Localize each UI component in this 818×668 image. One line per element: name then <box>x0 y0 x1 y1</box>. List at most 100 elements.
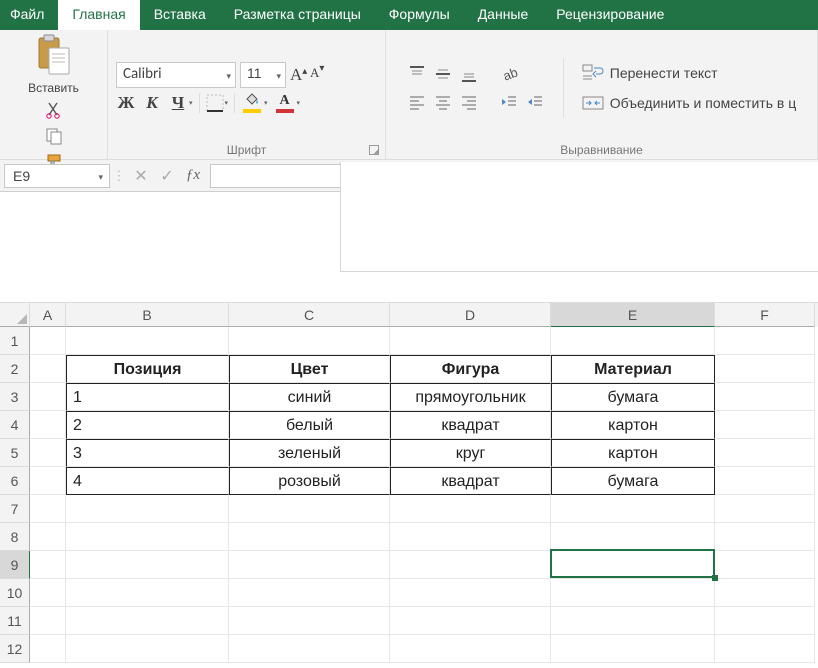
cell-C1[interactable] <box>229 327 390 355</box>
shrink-font-button[interactable]: A▾ <box>310 65 328 85</box>
name-box[interactable]: E9▾ <box>4 164 110 188</box>
cell-A3[interactable] <box>30 383 66 411</box>
cell-B10[interactable] <box>66 579 229 607</box>
chevron-down-icon[interactable]: ▾ <box>189 99 193 107</box>
italic-button[interactable]: К <box>142 93 162 113</box>
row-header[interactable]: 9 <box>0 551 30 579</box>
merge-center-button[interactable]: Объединить и поместить в ц <box>582 93 796 113</box>
cell-B1[interactable] <box>66 327 229 355</box>
bold-button[interactable]: Ж <box>116 93 136 113</box>
cell-A8[interactable] <box>30 523 66 551</box>
cell-B11[interactable] <box>66 607 229 635</box>
align-middle-button[interactable] <box>433 64 453 84</box>
row-header[interactable]: 11 <box>0 607 30 635</box>
cell-A2[interactable] <box>30 355 66 383</box>
row-header[interactable]: 6 <box>0 467 30 495</box>
cell-C2[interactable]: Цвет <box>229 355 390 383</box>
cell-D6[interactable]: квадрат <box>390 467 551 495</box>
align-center-button[interactable] <box>433 92 453 112</box>
cell-B9[interactable] <box>66 551 229 579</box>
cell-B3[interactable]: 1 <box>66 383 229 411</box>
font-color-button[interactable]: А ▾ <box>274 93 301 113</box>
cell-A9[interactable] <box>30 551 66 579</box>
increase-indent-button[interactable] <box>525 92 545 112</box>
cell-F12[interactable] <box>715 635 815 663</box>
cell-B4[interactable]: 2 <box>66 411 229 439</box>
cell-E8[interactable] <box>551 523 715 551</box>
cell-C6[interactable]: розовый <box>229 467 390 495</box>
spreadsheet-grid[interactable]: A B C D E F 12ПозицияЦветФигураМатериал3… <box>0 302 818 663</box>
row-header[interactable]: 10 <box>0 579 30 607</box>
cell-D7[interactable] <box>390 495 551 523</box>
cell-E11[interactable] <box>551 607 715 635</box>
cell-D10[interactable] <box>390 579 551 607</box>
row-header[interactable]: 7 <box>0 495 30 523</box>
cell-B6[interactable]: 4 <box>66 467 229 495</box>
cell-D8[interactable] <box>390 523 551 551</box>
cell-F9[interactable] <box>715 551 815 579</box>
align-bottom-button[interactable] <box>459 64 479 84</box>
cell-C11[interactable] <box>229 607 390 635</box>
cell-A5[interactable] <box>30 439 66 467</box>
col-header-e[interactable]: E <box>551 303 715 327</box>
cell-A7[interactable] <box>30 495 66 523</box>
font-name-select[interactable]: Calibri▾ <box>116 62 236 88</box>
cell-C9[interactable] <box>229 551 390 579</box>
cell-C12[interactable] <box>229 635 390 663</box>
cell-F4[interactable] <box>715 411 815 439</box>
cell-B5[interactable]: 3 <box>66 439 229 467</box>
cell-D11[interactable] <box>390 607 551 635</box>
cell-A11[interactable] <box>30 607 66 635</box>
cell-F2[interactable] <box>715 355 815 383</box>
enter-formula-button[interactable]: ✓ <box>154 164 180 188</box>
fill-color-button[interactable]: ▾ <box>241 92 268 113</box>
cell-C8[interactable] <box>229 523 390 551</box>
row-header[interactable]: 12 <box>0 635 30 663</box>
col-header-a[interactable]: A <box>30 303 66 327</box>
fill-handle[interactable] <box>712 575 718 581</box>
tab-formulas[interactable]: Формулы <box>375 0 464 30</box>
cell-E1[interactable] <box>551 327 715 355</box>
tab-insert[interactable]: Вставка <box>140 0 220 30</box>
cell-C7[interactable] <box>229 495 390 523</box>
cell-B2[interactable]: Позиция <box>66 355 229 383</box>
col-header-d[interactable]: D <box>390 303 551 327</box>
orientation-button[interactable]: ab <box>499 64 519 84</box>
cell-E6[interactable]: бумага <box>551 467 715 495</box>
cell-F3[interactable] <box>715 383 815 411</box>
cell-C10[interactable] <box>229 579 390 607</box>
tab-home[interactable]: Главная <box>58 0 139 30</box>
cell-A6[interactable] <box>30 467 66 495</box>
cell-E10[interactable] <box>551 579 715 607</box>
cell-A1[interactable] <box>30 327 66 355</box>
col-header-f[interactable]: F <box>715 303 815 327</box>
align-top-button[interactable] <box>407 64 427 84</box>
cell-C4[interactable]: белый <box>229 411 390 439</box>
cell-F10[interactable] <box>715 579 815 607</box>
cell-D1[interactable] <box>390 327 551 355</box>
cell-F8[interactable] <box>715 523 815 551</box>
wrap-text-button[interactable]: Перенести текст <box>582 63 796 83</box>
cell-A4[interactable] <box>30 411 66 439</box>
cell-C3[interactable]: синий <box>229 383 390 411</box>
cell-C5[interactable]: зеленый <box>229 439 390 467</box>
cell-D3[interactable]: прямоугольник <box>390 383 551 411</box>
cut-button[interactable] <box>45 101 63 119</box>
cell-B12[interactable] <box>66 635 229 663</box>
cancel-formula-button[interactable]: ✕ <box>128 164 154 188</box>
cell-F11[interactable] <box>715 607 815 635</box>
cell-E3[interactable]: бумага <box>551 383 715 411</box>
paste-button[interactable]: Вставить <box>28 34 79 95</box>
cell-D4[interactable]: квадрат <box>390 411 551 439</box>
font-size-select[interactable]: 11▾ <box>240 62 286 88</box>
cell-F6[interactable] <box>715 467 815 495</box>
decrease-indent-button[interactable] <box>499 92 519 112</box>
tab-data[interactable]: Данные <box>464 0 543 30</box>
cell-A12[interactable] <box>30 635 66 663</box>
cell-E5[interactable]: картон <box>551 439 715 467</box>
cell-F1[interactable] <box>715 327 815 355</box>
row-header[interactable]: 5 <box>0 439 30 467</box>
cell-D5[interactable]: круг <box>390 439 551 467</box>
col-header-c[interactable]: C <box>229 303 390 327</box>
align-right-button[interactable] <box>459 92 479 112</box>
